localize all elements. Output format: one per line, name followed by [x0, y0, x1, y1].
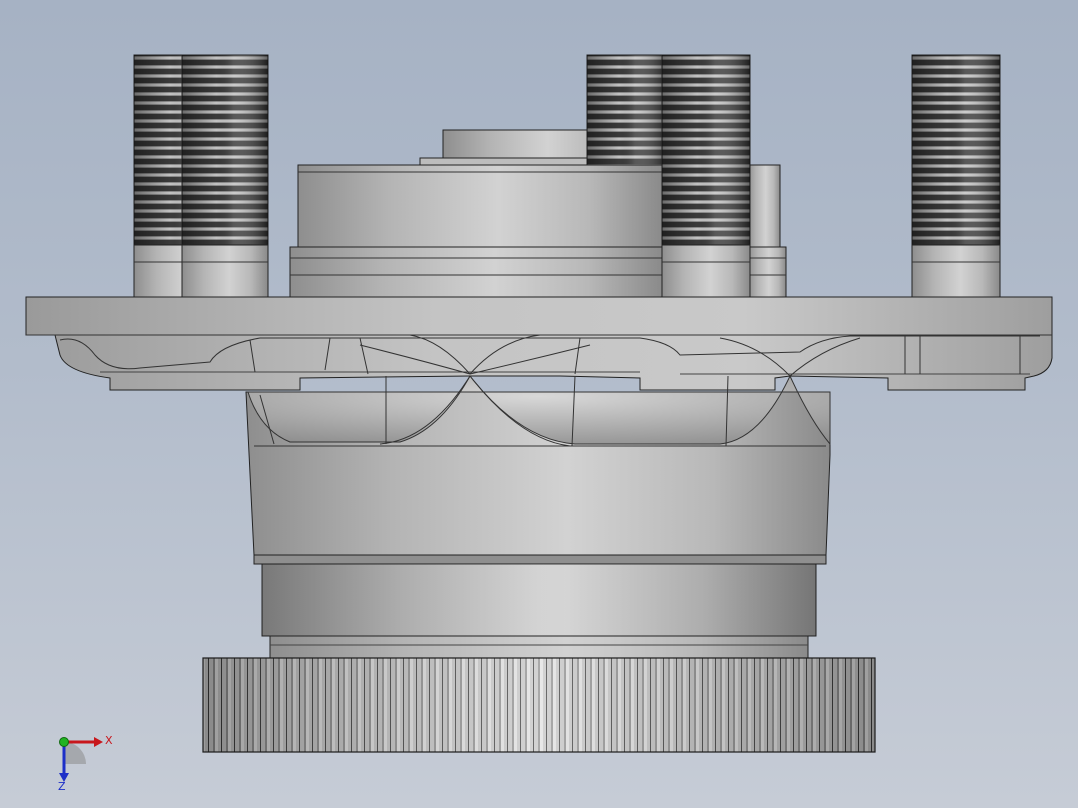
- wheel-stud: [911, 54, 1001, 298]
- hub-lower-body: [245, 374, 831, 659]
- hub-flange: [25, 296, 1053, 391]
- abs-tone-ring: [202, 657, 876, 753]
- wheel-stud: [661, 54, 751, 298]
- axis-triad: X Z: [48, 728, 118, 793]
- y-axis-dot-icon: [59, 737, 69, 747]
- wheel-hub-model[interactable]: [0, 0, 1078, 808]
- z-axis-label: Z: [58, 780, 66, 792]
- x-axis-label: X: [105, 734, 113, 747]
- wheel-stud: [181, 54, 269, 298]
- cad-viewport[interactable]: X Z: [0, 0, 1078, 808]
